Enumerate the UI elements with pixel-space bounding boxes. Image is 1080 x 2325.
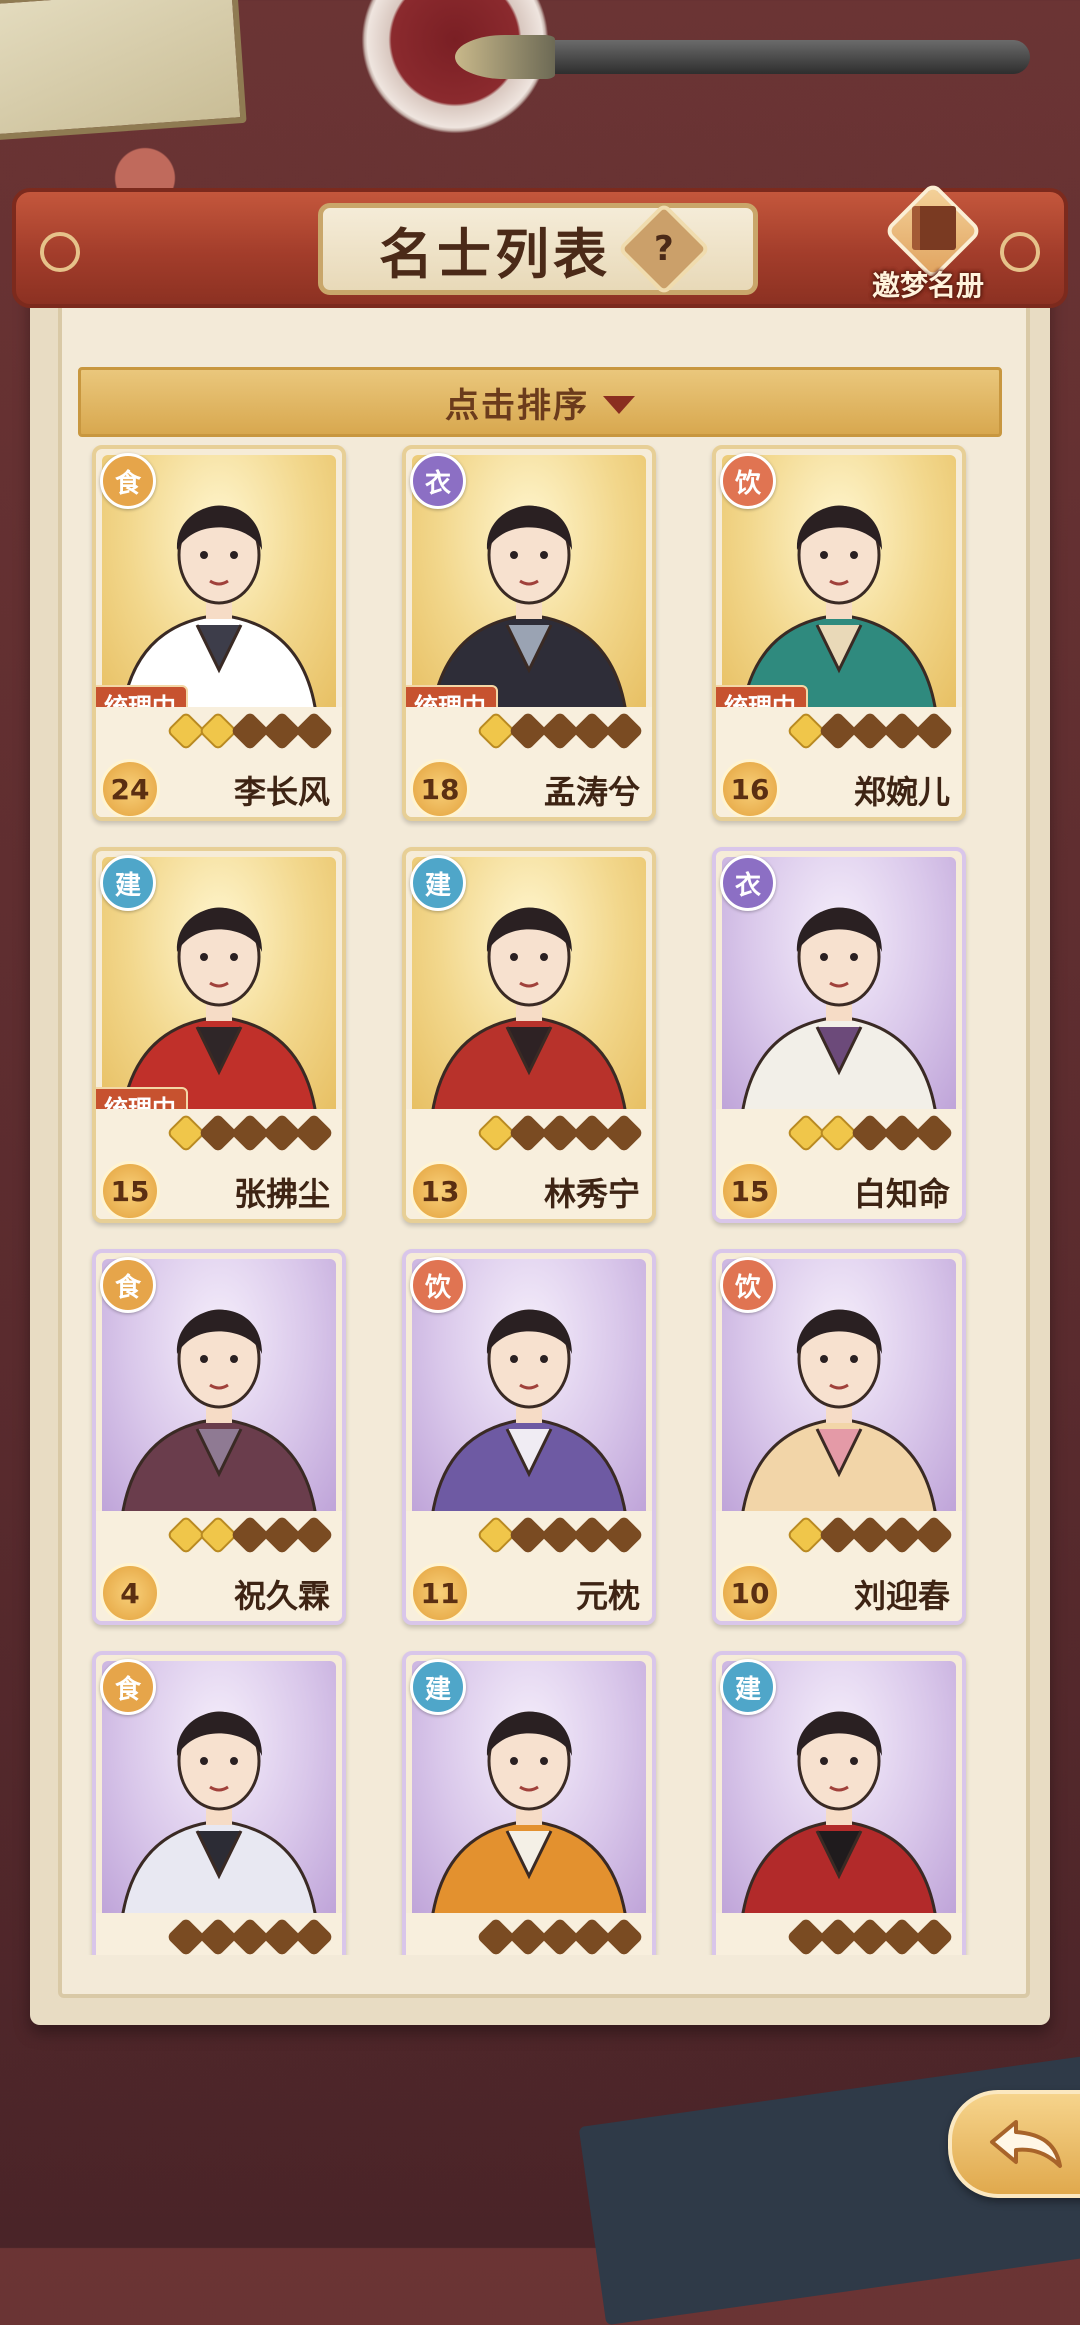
celebrity-card[interactable]: 饮 11 元枕 — [402, 1249, 656, 1625]
level-badge: 24 — [100, 759, 160, 817]
title-plate: 名士列表 ? — [318, 202, 758, 296]
celebrity-card[interactable]: 食 4 祝久霖 — [92, 1249, 346, 1625]
celebrity-name: 李长风 — [233, 773, 330, 811]
book-icon — [912, 206, 956, 250]
star-empty-icon — [914, 1917, 954, 1955]
level-badge: 15 — [100, 1161, 160, 1219]
category-badge: 建 — [410, 1659, 466, 1715]
category-badge: 衣 — [720, 855, 776, 911]
caret-down-icon — [603, 396, 635, 414]
celebrity-card[interactable]: 食统理中24李长风 — [92, 445, 346, 821]
card-info: 10 刘迎春 — [716, 1511, 962, 1621]
celebrity-card[interactable]: 建 — [712, 1651, 966, 1955]
star-empty-icon — [294, 1113, 334, 1153]
level-badge: 18 — [410, 759, 470, 817]
category-badge: 食 — [100, 1257, 156, 1313]
card-info — [96, 1913, 342, 1955]
category-badge: 建 — [100, 855, 156, 911]
card-info: 15 白知命 — [716, 1109, 962, 1219]
card-info — [716, 1913, 962, 1955]
star-rating — [786, 1113, 954, 1153]
star-rating — [166, 1917, 334, 1955]
category-badge: 食 — [100, 1659, 156, 1715]
star-rating — [166, 1113, 334, 1153]
category-badge: 建 — [410, 855, 466, 911]
star-rating — [476, 1515, 644, 1555]
dream-book-button[interactable]: 邀梦名册 — [868, 181, 988, 304]
desk-book-decoration — [0, 0, 247, 141]
star-rating — [476, 711, 644, 751]
star-empty-icon — [604, 1515, 644, 1555]
star-rating — [786, 1515, 954, 1555]
celebrity-card[interactable]: 建 13 林秀宁 — [402, 847, 656, 1223]
brush-tip-decoration — [455, 35, 555, 79]
card-info: 24 李长风 — [96, 707, 342, 817]
category-badge: 饮 — [410, 1257, 466, 1313]
celebrity-card[interactable]: 饮 10 刘迎春 — [712, 1249, 966, 1625]
star-rating — [166, 1515, 334, 1555]
celebrity-card[interactable]: 衣统理中18孟涛兮 — [402, 445, 656, 821]
card-info: 13 林秀宁 — [406, 1109, 652, 1219]
star-empty-icon — [294, 1515, 334, 1555]
level-badge: 16 — [720, 759, 780, 817]
category-badge: 饮 — [720, 453, 776, 509]
card-info — [406, 1913, 652, 1955]
category-badge: 建 — [720, 1659, 776, 1715]
star-rating — [476, 1917, 644, 1955]
star-rating — [786, 1917, 954, 1955]
card-info: 16 郑婉儿 — [716, 707, 962, 817]
celebrity-name: 白知命 — [853, 1175, 950, 1213]
card-info: 4 祝久霖 — [96, 1511, 342, 1621]
category-badge: 衣 — [410, 453, 466, 509]
page-title: 名士列表 — [379, 221, 611, 286]
celebrity-card[interactable]: 衣 15 白知命 — [712, 847, 966, 1223]
star-empty-icon — [914, 1113, 954, 1153]
celebrity-name: 祝久霖 — [233, 1577, 330, 1615]
back-button[interactable] — [948, 2090, 1080, 2198]
level-badge: 15 — [720, 1161, 780, 1219]
back-arrow-icon — [990, 2120, 1062, 2168]
celebrity-card[interactable]: 食 — [92, 1651, 346, 1955]
celebrity-card[interactable]: 建 — [402, 1651, 656, 1955]
level-badge: 4 — [100, 1563, 160, 1621]
celebrity-name: 林秀宁 — [543, 1175, 640, 1213]
level-badge: 11 — [410, 1563, 470, 1621]
star-empty-icon — [914, 1515, 954, 1555]
celebrity-card[interactable]: 建统理中15张拂尘 — [92, 847, 346, 1223]
celebrity-grid: 食统理中24李长风衣统理中18孟涛兮饮统理中16郑婉儿建统理中15张拂尘建13林… — [78, 445, 1002, 1955]
celebrity-name: 孟涛兮 — [543, 773, 640, 811]
celebrity-name: 郑婉儿 — [853, 773, 950, 811]
star-rating — [166, 711, 334, 751]
sort-button[interactable]: 点击排序 — [78, 367, 1002, 437]
star-empty-icon — [914, 711, 954, 751]
card-info: 18 孟涛兮 — [406, 707, 652, 817]
celebrity-name: 元枕 — [575, 1577, 640, 1615]
dream-book-label: 邀梦名册 — [871, 269, 984, 302]
star-empty-icon — [294, 1917, 334, 1955]
star-empty-icon — [604, 711, 644, 751]
star-rating — [786, 711, 954, 751]
celebrity-name: 刘迎春 — [853, 1577, 950, 1615]
category-badge: 食 — [100, 453, 156, 509]
star-empty-icon — [604, 1113, 644, 1153]
level-badge: 10 — [720, 1563, 780, 1621]
star-empty-icon — [604, 1917, 644, 1955]
flower-decoration — [90, 130, 200, 190]
card-info: 11 元枕 — [406, 1511, 652, 1621]
sort-label: 点击排序 — [445, 385, 589, 426]
question-icon[interactable]: ? — [617, 202, 711, 296]
card-info: 15 张拂尘 — [96, 1109, 342, 1219]
category-badge: 饮 — [720, 1257, 776, 1313]
level-badge: 13 — [410, 1161, 470, 1219]
celebrity-name: 张拂尘 — [233, 1175, 330, 1213]
star-empty-icon — [294, 711, 334, 751]
star-rating — [476, 1113, 644, 1153]
celebrity-card[interactable]: 饮统理中16郑婉儿 — [712, 445, 966, 821]
